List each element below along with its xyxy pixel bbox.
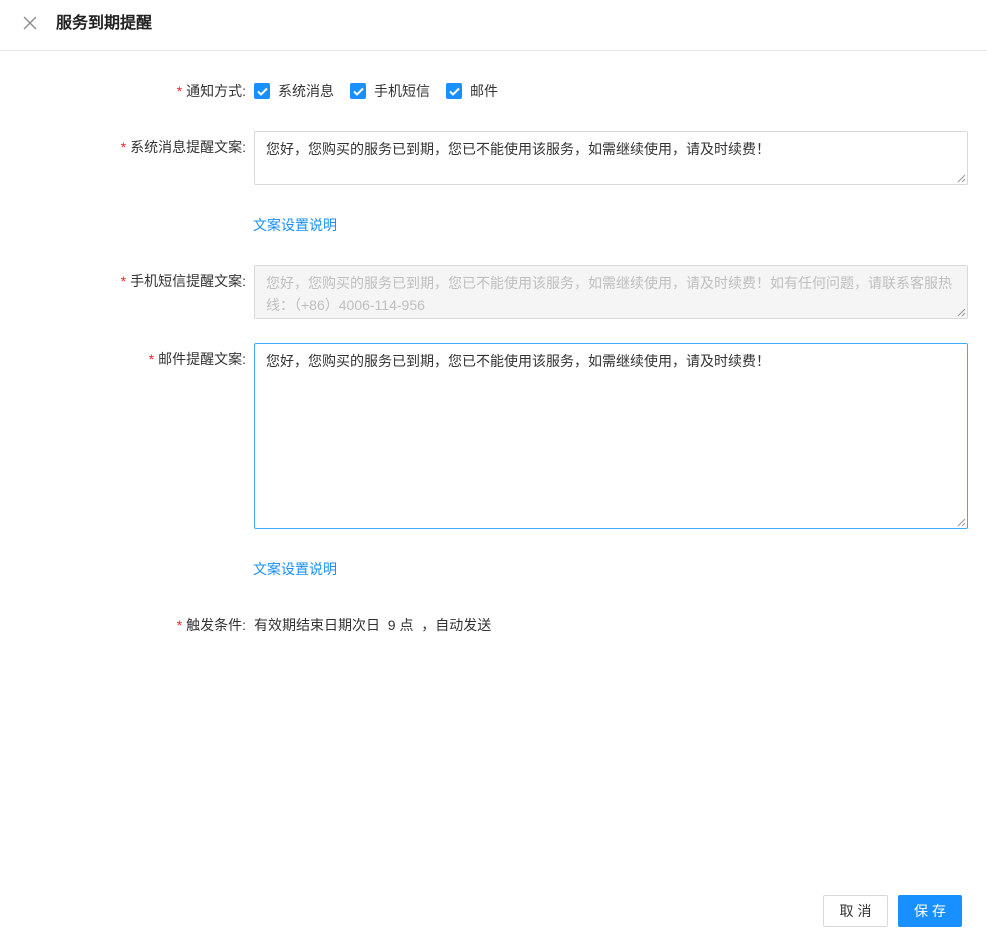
system-message-help-link[interactable]: 文案设置说明 — [253, 215, 337, 235]
trigger-label: * 触发条件: — [176, 617, 246, 633]
required-mark: * — [120, 273, 127, 289]
sms-label: * 手机短信提醒文案: — [120, 273, 246, 289]
checkmark-icon[interactable] — [350, 83, 366, 99]
email-help-link[interactable]: 文案设置说明 — [253, 559, 337, 579]
modal-title: 服务到期提醒 — [56, 15, 153, 32]
required-mark: * — [176, 83, 183, 99]
trigger-condition-text: 有效期结束日期次日 9 点 ，自动发送 — [254, 617, 492, 633]
checkbox-system-message[interactable]: 系统消息 — [254, 81, 334, 101]
sms-textarea — [254, 265, 968, 319]
email-label: * 邮件提醒文案: — [148, 351, 246, 367]
checkbox-label: 邮件 — [470, 83, 498, 99]
save-button[interactable]: 保存 — [898, 895, 962, 927]
system-message-textarea[interactable] — [254, 131, 968, 185]
notify-method-label: * 通知方式: — [176, 83, 246, 99]
checkbox-label: 系统消息 — [278, 83, 334, 99]
email-textarea[interactable] — [254, 343, 968, 529]
required-mark: * — [120, 139, 127, 155]
checkmark-icon[interactable] — [446, 83, 462, 99]
checkbox-sms[interactable]: 手机短信 — [350, 81, 430, 101]
checkmark-icon[interactable] — [254, 83, 270, 99]
close-icon[interactable] — [22, 15, 38, 31]
checkbox-label: 手机短信 — [374, 83, 430, 99]
notify-method-checkboxes: 系统消息 手机短信 邮件 — [254, 81, 514, 101]
modal-header: 服务到期提醒 — [0, 0, 987, 51]
system-message-label: * 系统消息提醒文案: — [120, 139, 246, 155]
required-mark: * — [176, 617, 183, 633]
required-mark: * — [148, 351, 155, 367]
checkbox-email[interactable]: 邮件 — [446, 81, 498, 101]
cancel-button[interactable]: 取消 — [823, 895, 888, 927]
